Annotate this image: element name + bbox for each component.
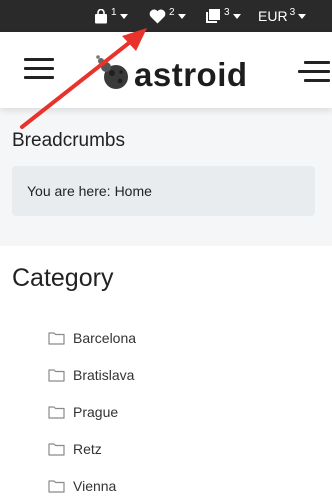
category-label: Barcelona: [73, 329, 137, 346]
cart-count: 1: [111, 6, 117, 18]
chevron-down-icon: [119, 13, 128, 19]
hamburger-menu-button[interactable]: [24, 56, 54, 82]
heart-icon: [149, 9, 166, 23]
wishlist-button[interactable]: 2: [149, 0, 186, 32]
compare-count: 3: [224, 6, 230, 18]
currency-count: 3: [289, 6, 296, 18]
category-item-prague[interactable]: Prague: [48, 393, 136, 430]
breadcrumbs-module: Breadcrumbs You are here: Home: [0, 108, 332, 246]
currency-selector[interactable]: EUR 3: [258, 0, 307, 32]
category-label: Retz: [73, 440, 102, 457]
bag-icon: [95, 8, 107, 23]
folder-icon: [48, 331, 65, 345]
currency-label: EUR: [258, 8, 288, 24]
breadcrumb-prefix: You are here:: [27, 183, 111, 199]
chevron-down-icon: [232, 13, 241, 19]
offcanvas-menu-icon: [304, 61, 330, 64]
chevron-down-icon: [298, 13, 307, 19]
category-label: Prague: [73, 403, 119, 420]
copy-icon: [206, 9, 220, 23]
cart-button[interactable]: 1: [94, 0, 128, 32]
folder-icon: [48, 479, 65, 493]
hamburger-icon: [24, 58, 54, 61]
offcanvas-menu-button[interactable]: [296, 59, 330, 85]
breadcrumbs-title: Breadcrumbs: [12, 130, 125, 151]
folder-icon: [48, 442, 65, 456]
category-item-bratislava[interactable]: Bratislava: [48, 356, 136, 393]
breadcrumb-home-link[interactable]: Home: [115, 183, 152, 199]
category-label: Vienna: [73, 477, 117, 494]
breadcrumb: You are here: Home: [12, 166, 315, 216]
asteroid-logo-icon: [96, 55, 128, 89]
folder-icon: [48, 405, 65, 419]
compare-button[interactable]: 3: [204, 0, 241, 32]
category-label: Bratislava: [73, 366, 135, 383]
chevron-down-icon: [177, 13, 186, 19]
category-item-vienna[interactable]: Vienna: [48, 467, 136, 500]
folder-icon: [48, 368, 65, 382]
site-logo[interactable]: astroid: [94, 50, 264, 96]
category-title: Category: [12, 264, 114, 292]
category-list: Barcelona Bratislava Prague Retz Vienna: [48, 319, 136, 500]
site-header: astroid: [0, 32, 332, 108]
top-bar: 1 2 3 EUR 3: [0, 0, 332, 32]
category-item-barcelona[interactable]: Barcelona: [48, 319, 136, 356]
wishlist-count: 2: [169, 6, 175, 18]
logo-text: astroid: [134, 56, 248, 93]
category-item-retz[interactable]: Retz: [48, 430, 136, 467]
